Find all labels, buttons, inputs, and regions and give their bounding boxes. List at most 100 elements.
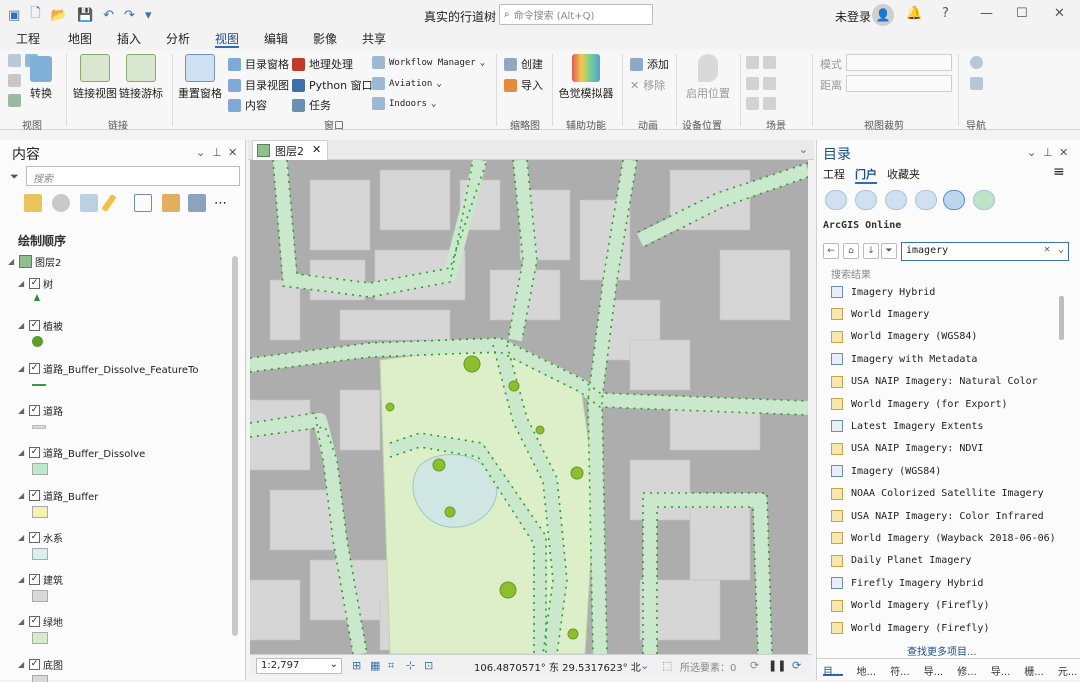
list-item[interactable]: NOAA Colorized Satellite Imagery bbox=[831, 487, 1044, 500]
list-item[interactable]: Daily Planet Imagery bbox=[831, 554, 971, 567]
tab-view[interactable]: 视图 bbox=[215, 30, 240, 48]
create-thumbnail-button[interactable]: 创建 bbox=[504, 56, 543, 72]
list-item[interactable]: Latest Imagery Extents bbox=[831, 420, 983, 433]
close-icon[interactable]: ✕ bbox=[1054, 6, 1065, 21]
visibility-checkbox[interactable]: ✓ bbox=[29, 278, 40, 289]
workflow-manager-button[interactable]: Workflow Manager ⌄ bbox=[372, 56, 485, 69]
visibility-checkbox[interactable]: ✓ bbox=[29, 489, 40, 501]
layer-row[interactable]: ◢ ✓ 水系 bbox=[18, 530, 63, 545]
list-item[interactable]: World Imagery bbox=[831, 308, 929, 321]
redo-icon[interactable]: ↷ bbox=[124, 8, 135, 23]
list-by-selection-icon[interactable] bbox=[80, 194, 98, 212]
remove-animation-button[interactable]: ✕ 移除 bbox=[630, 77, 665, 93]
expand-icon[interactable]: ◢ bbox=[18, 279, 26, 288]
expand-icon[interactable]: ◢ bbox=[18, 575, 26, 584]
more-icon[interactable]: ⋯ bbox=[214, 196, 227, 211]
list-item[interactable]: World Imagery (Firefly) bbox=[831, 599, 989, 612]
visibility-checkbox[interactable]: ✓ bbox=[29, 404, 40, 416]
layer-row[interactable]: ◢ ✓ 绿地 bbox=[18, 614, 63, 629]
bottom-pane-tab[interactable]: 元... bbox=[1058, 663, 1078, 678]
visibility-checkbox[interactable]: ✓ bbox=[29, 658, 40, 670]
catalog-pane-button[interactable]: 目录窗格 bbox=[228, 56, 289, 72]
expand-icon[interactable]: ◢ bbox=[18, 660, 26, 669]
list-by-drawing-order-icon[interactable] bbox=[24, 194, 42, 212]
scrollbar[interactable] bbox=[232, 256, 238, 636]
indoors-button[interactable]: Indoors ⌄ bbox=[372, 97, 436, 110]
scene-icon[interactable] bbox=[8, 74, 21, 87]
table-icon[interactable]: ▦ bbox=[370, 659, 380, 672]
refresh-icon[interactable]: ⟳ bbox=[792, 659, 801, 672]
expand-icon[interactable]: ◢ bbox=[18, 321, 26, 330]
tab-favorites[interactable]: 收藏夹 bbox=[887, 166, 920, 182]
map-row[interactable]: ◢ 图层2 bbox=[8, 254, 61, 269]
layer-row[interactable]: ◢ ✓ 道路 bbox=[18, 403, 63, 418]
expand-icon[interactable]: ◢ bbox=[18, 448, 26, 457]
bottom-pane-tab[interactable]: 修... bbox=[957, 663, 977, 678]
organization-icon[interactable] bbox=[885, 190, 907, 210]
layer-row[interactable]: ◢ ✓ 树 bbox=[18, 276, 53, 291]
color-simulator-button[interactable]: 色觉模拟器 bbox=[558, 54, 614, 101]
expand-icon[interactable]: ◢ bbox=[18, 406, 26, 415]
scene-tool-1[interactable] bbox=[746, 56, 776, 69]
visibility-checkbox[interactable]: ✓ bbox=[29, 616, 40, 628]
convert-button[interactable]: 转换 bbox=[26, 56, 56, 101]
import-thumbnail-button[interactable]: 导入 bbox=[504, 77, 543, 93]
list-by-source-icon[interactable] bbox=[52, 194, 70, 212]
bottom-pane-tab[interactable]: 地... bbox=[857, 663, 877, 678]
camera-button[interactable] bbox=[970, 77, 983, 90]
close-tab-icon[interactable]: ✕ bbox=[312, 143, 321, 160]
layer-row[interactable]: ◢ ✓ 道路_Buffer_Dissolve bbox=[18, 445, 145, 460]
distance-input[interactable] bbox=[846, 75, 952, 92]
link-cursor-button[interactable]: 链接游标 bbox=[118, 54, 164, 101]
layer-row[interactable]: ◢ ✓ 建筑 bbox=[18, 572, 63, 587]
catalog-view-button[interactable]: 目录视图 bbox=[228, 77, 289, 93]
refresh-selection-icon[interactable]: ⟳ bbox=[750, 659, 759, 672]
notification-icon[interactable]: 🔔 bbox=[906, 6, 922, 21]
expand-icon[interactable]: ◢ bbox=[18, 364, 26, 373]
command-search-input[interactable]: ⌕ 命令搜索 (Alt+Q) bbox=[499, 4, 653, 25]
list-item[interactable]: USA NAIP Imagery: NDVI bbox=[831, 442, 983, 455]
coordinate-format-chevron-icon[interactable]: ⌄ bbox=[640, 659, 649, 672]
bottom-pane-tab[interactable]: 导... bbox=[924, 663, 944, 678]
grid-icon[interactable]: ⊞ bbox=[352, 659, 361, 672]
visibility-checkbox[interactable]: ✓ bbox=[29, 447, 40, 459]
clear-search-icon[interactable]: ✕ bbox=[1044, 244, 1050, 255]
contents-search-input[interactable]: 搜索 bbox=[26, 166, 240, 186]
layout-icon[interactable] bbox=[8, 94, 21, 107]
list-item[interactable]: World Imagery (Wayback 2018-06-06) bbox=[831, 532, 1056, 545]
groups-icon[interactable] bbox=[855, 190, 877, 210]
layer-row[interactable]: ◢ ✓ 底图 bbox=[18, 657, 63, 672]
bottom-pane-tab[interactable]: 符... bbox=[890, 663, 910, 678]
grid-snap-icon[interactable]: ⊡ bbox=[424, 659, 433, 672]
living-atlas-icon[interactable] bbox=[915, 190, 937, 210]
visibility-checkbox[interactable]: ✓ bbox=[29, 320, 40, 332]
pin-icon[interactable]: ⊥ bbox=[1043, 146, 1053, 159]
save-icon[interactable]: 💾 bbox=[77, 8, 93, 23]
python-window-button[interactable]: Python 窗口 bbox=[292, 77, 373, 93]
visibility-checkbox[interactable]: ✓ bbox=[29, 362, 40, 374]
pane-options-icon[interactable]: ⌄ bbox=[1027, 146, 1036, 159]
layer-row[interactable]: ◢ ✓ 植被 bbox=[18, 318, 63, 333]
list-by-labeling-icon[interactable] bbox=[162, 194, 180, 212]
arcgis-online-icon[interactable] bbox=[943, 190, 965, 210]
maximize-icon[interactable]: ☐ bbox=[1016, 6, 1028, 21]
menu-icon[interactable]: ≡ bbox=[1053, 164, 1065, 180]
visibility-checkbox[interactable]: ✓ bbox=[29, 531, 40, 543]
expand-icon[interactable]: ◢ bbox=[18, 491, 26, 500]
filter-icon[interactable]: ⏷ bbox=[881, 243, 897, 259]
tab-map[interactable]: 地图 bbox=[68, 30, 92, 48]
list-item[interactable]: Imagery (WGS84) bbox=[831, 465, 941, 478]
list-item[interactable]: World Imagery (WGS84) bbox=[831, 330, 977, 343]
snapping-icon[interactable]: ⌗ bbox=[388, 659, 394, 673]
list-item[interactable]: Imagery with Metadata bbox=[831, 353, 977, 366]
scrollbar[interactable] bbox=[1059, 296, 1064, 340]
list-by-snapping-icon[interactable] bbox=[134, 194, 152, 212]
sort-icon[interactable]: ↓ bbox=[863, 243, 879, 259]
tab-edit[interactable]: 编辑 bbox=[264, 30, 288, 48]
tasks-button[interactable]: 任务 bbox=[292, 97, 331, 113]
bottom-pane-tab[interactable]: 导... bbox=[991, 663, 1011, 678]
home-icon[interactable]: ⌂ bbox=[843, 243, 859, 259]
close-pane-icon[interactable]: ✕ bbox=[1059, 146, 1068, 159]
avatar[interactable]: 👤 bbox=[872, 4, 894, 26]
visibility-checkbox[interactable]: ✓ bbox=[29, 574, 40, 586]
